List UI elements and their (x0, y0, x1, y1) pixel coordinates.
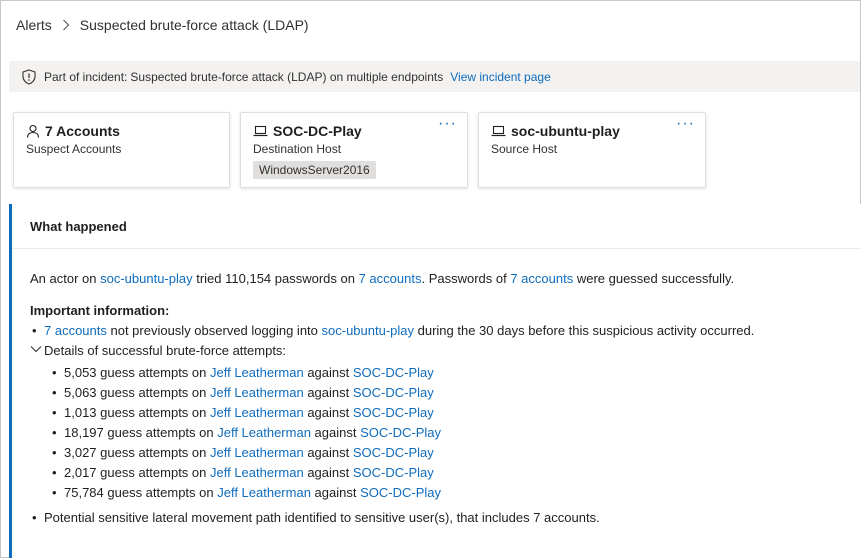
attempt-item: 18,197 guess attempts on Jeff Leatherman… (52, 423, 844, 443)
host-link[interactable]: SOC-DC-Play (353, 365, 434, 380)
summary-part: An actor on (30, 271, 101, 286)
os-tag: WindowsServer2016 (253, 161, 376, 179)
attempts-list: 5,053 guess attempts on Jeff Leatherman … (52, 363, 844, 503)
user-link[interactable]: Jeff Leatherman (217, 425, 311, 440)
attempt-count: 2,017 guess attempts on (64, 465, 210, 480)
attempt-count: 5,063 guess attempts on (64, 385, 210, 400)
host-link[interactable]: soc-ubuntu-play (100, 271, 193, 286)
host-link[interactable]: SOC-DC-Play (353, 445, 434, 460)
accounts-link[interactable]: 7 accounts (44, 323, 107, 338)
summary-text: An actor on soc-ubuntu-play tried 110,15… (30, 270, 844, 288)
more-icon[interactable]: ··· (676, 116, 695, 132)
details-label: Details of successful brute-force attemp… (44, 343, 287, 358)
attempt-against: against (303, 445, 353, 460)
important-info-title: Important information: (30, 303, 170, 318)
attempt-against: against (303, 465, 353, 480)
attempt-against: against (303, 365, 353, 380)
person-icon (26, 124, 40, 138)
source-host-subtitle: Source Host (491, 142, 558, 156)
host-link[interactable]: SOC-DC-Play (360, 425, 441, 440)
source-host-title: soc-ubuntu-play (511, 123, 620, 139)
attempt-count: 3,027 guess attempts on (64, 445, 210, 460)
attempt-count: 18,197 guess attempts on (64, 425, 218, 440)
attempt-against: against (310, 425, 361, 440)
host-link[interactable]: SOC-DC-Play (360, 485, 441, 500)
attempt-item: 2,017 guess attempts on Jeff Leatherman … (52, 463, 844, 483)
host-link[interactable]: SOC-DC-Play (353, 465, 434, 480)
attempt-against: against (310, 485, 361, 500)
breadcrumb-current: Suspected brute-force attack (LDAP) (79, 17, 309, 33)
incident-label: Part of incident: (44, 69, 128, 84)
view-incident-link[interactable]: View incident page (450, 70, 551, 84)
laptop-icon (253, 125, 268, 137)
accounts-link[interactable]: 7 accounts (510, 271, 573, 286)
attempt-count: 75,784 guess attempts on (64, 485, 218, 500)
breadcrumb-alerts[interactable]: Alerts (16, 17, 52, 33)
attempt-item: 5,053 guess attempts on Jeff Leatherman … (52, 363, 844, 383)
user-link[interactable]: Jeff Leatherman (210, 465, 304, 480)
destination-host-title: SOC-DC-Play (273, 123, 362, 139)
list-item: Potential sensitive lateral movement pat… (30, 508, 844, 528)
attempt-count: 5,053 guess attempts on (64, 365, 210, 380)
attempt-against: against (303, 385, 353, 400)
host-link[interactable]: SOC-DC-Play (353, 405, 434, 420)
user-link[interactable]: Jeff Leatherman (210, 385, 304, 400)
user-link[interactable]: Jeff Leatherman (210, 405, 304, 420)
incident-banner: Part of incident: Suspected brute-force … (9, 61, 860, 92)
accounts-link[interactable]: 7 accounts (359, 271, 422, 286)
attempt-item: 5,063 guess attempts on Jeff Leatherman … (52, 383, 844, 403)
attempt-item: 1,013 guess attempts on Jeff Leatherman … (52, 403, 844, 423)
attempt-item: 75,784 guess attempts on Jeff Leatherman… (52, 483, 844, 503)
attempt-count: 1,013 guess attempts on (64, 405, 210, 420)
source-host-card[interactable]: soc-ubuntu-play ··· Source Host (478, 112, 706, 188)
shield-icon (22, 68, 36, 85)
summary-part: were guessed successfully. (573, 271, 735, 286)
destination-host-subtitle: Destination Host (253, 142, 342, 156)
summary-part: tried 110,154 passwords on (192, 271, 359, 286)
attempt-against: against (303, 405, 353, 420)
accounts-card[interactable]: 7 Accounts Suspect Accounts (13, 112, 230, 188)
bullet-text: during the 30 days before this suspiciou… (414, 323, 755, 338)
chevron-right-icon (62, 19, 70, 31)
details-expander[interactable]: Details of successful brute-force attemp… (30, 341, 844, 503)
user-link[interactable]: Jeff Leatherman (210, 445, 304, 460)
list-item: 7 accounts not previously observed loggi… (30, 321, 844, 341)
more-icon[interactable]: ··· (438, 116, 457, 132)
user-link[interactable]: Jeff Leatherman (210, 365, 304, 380)
incident-name: Suspected brute-force attack (LDAP) on m… (130, 69, 444, 84)
user-link[interactable]: Jeff Leatherman (217, 485, 311, 500)
bullet-text: not previously observed logging into (106, 323, 322, 338)
important-info-list: 7 accounts not previously observed loggi… (30, 321, 844, 528)
accounts-card-subtitle: Suspect Accounts (26, 142, 122, 156)
attempt-item: 3,027 guess attempts on Jeff Leatherman … (52, 443, 844, 463)
laptop-icon (491, 125, 506, 137)
breadcrumb: Alerts Suspected brute-force attack (LDA… (16, 15, 309, 35)
chevron-down-icon[interactable] (30, 345, 42, 353)
destination-host-card[interactable]: SOC-DC-Play ··· Destination Host Windows… (240, 112, 468, 188)
what-happened-panel: What happened An actor on soc-ubuntu-pla… (9, 204, 861, 558)
what-happened-heading: What happened (12, 204, 861, 249)
summary-part: . Passwords of (421, 271, 511, 286)
host-link[interactable]: soc-ubuntu-play (322, 323, 415, 338)
accounts-card-title: 7 Accounts (45, 123, 120, 139)
host-link[interactable]: SOC-DC-Play (353, 385, 434, 400)
